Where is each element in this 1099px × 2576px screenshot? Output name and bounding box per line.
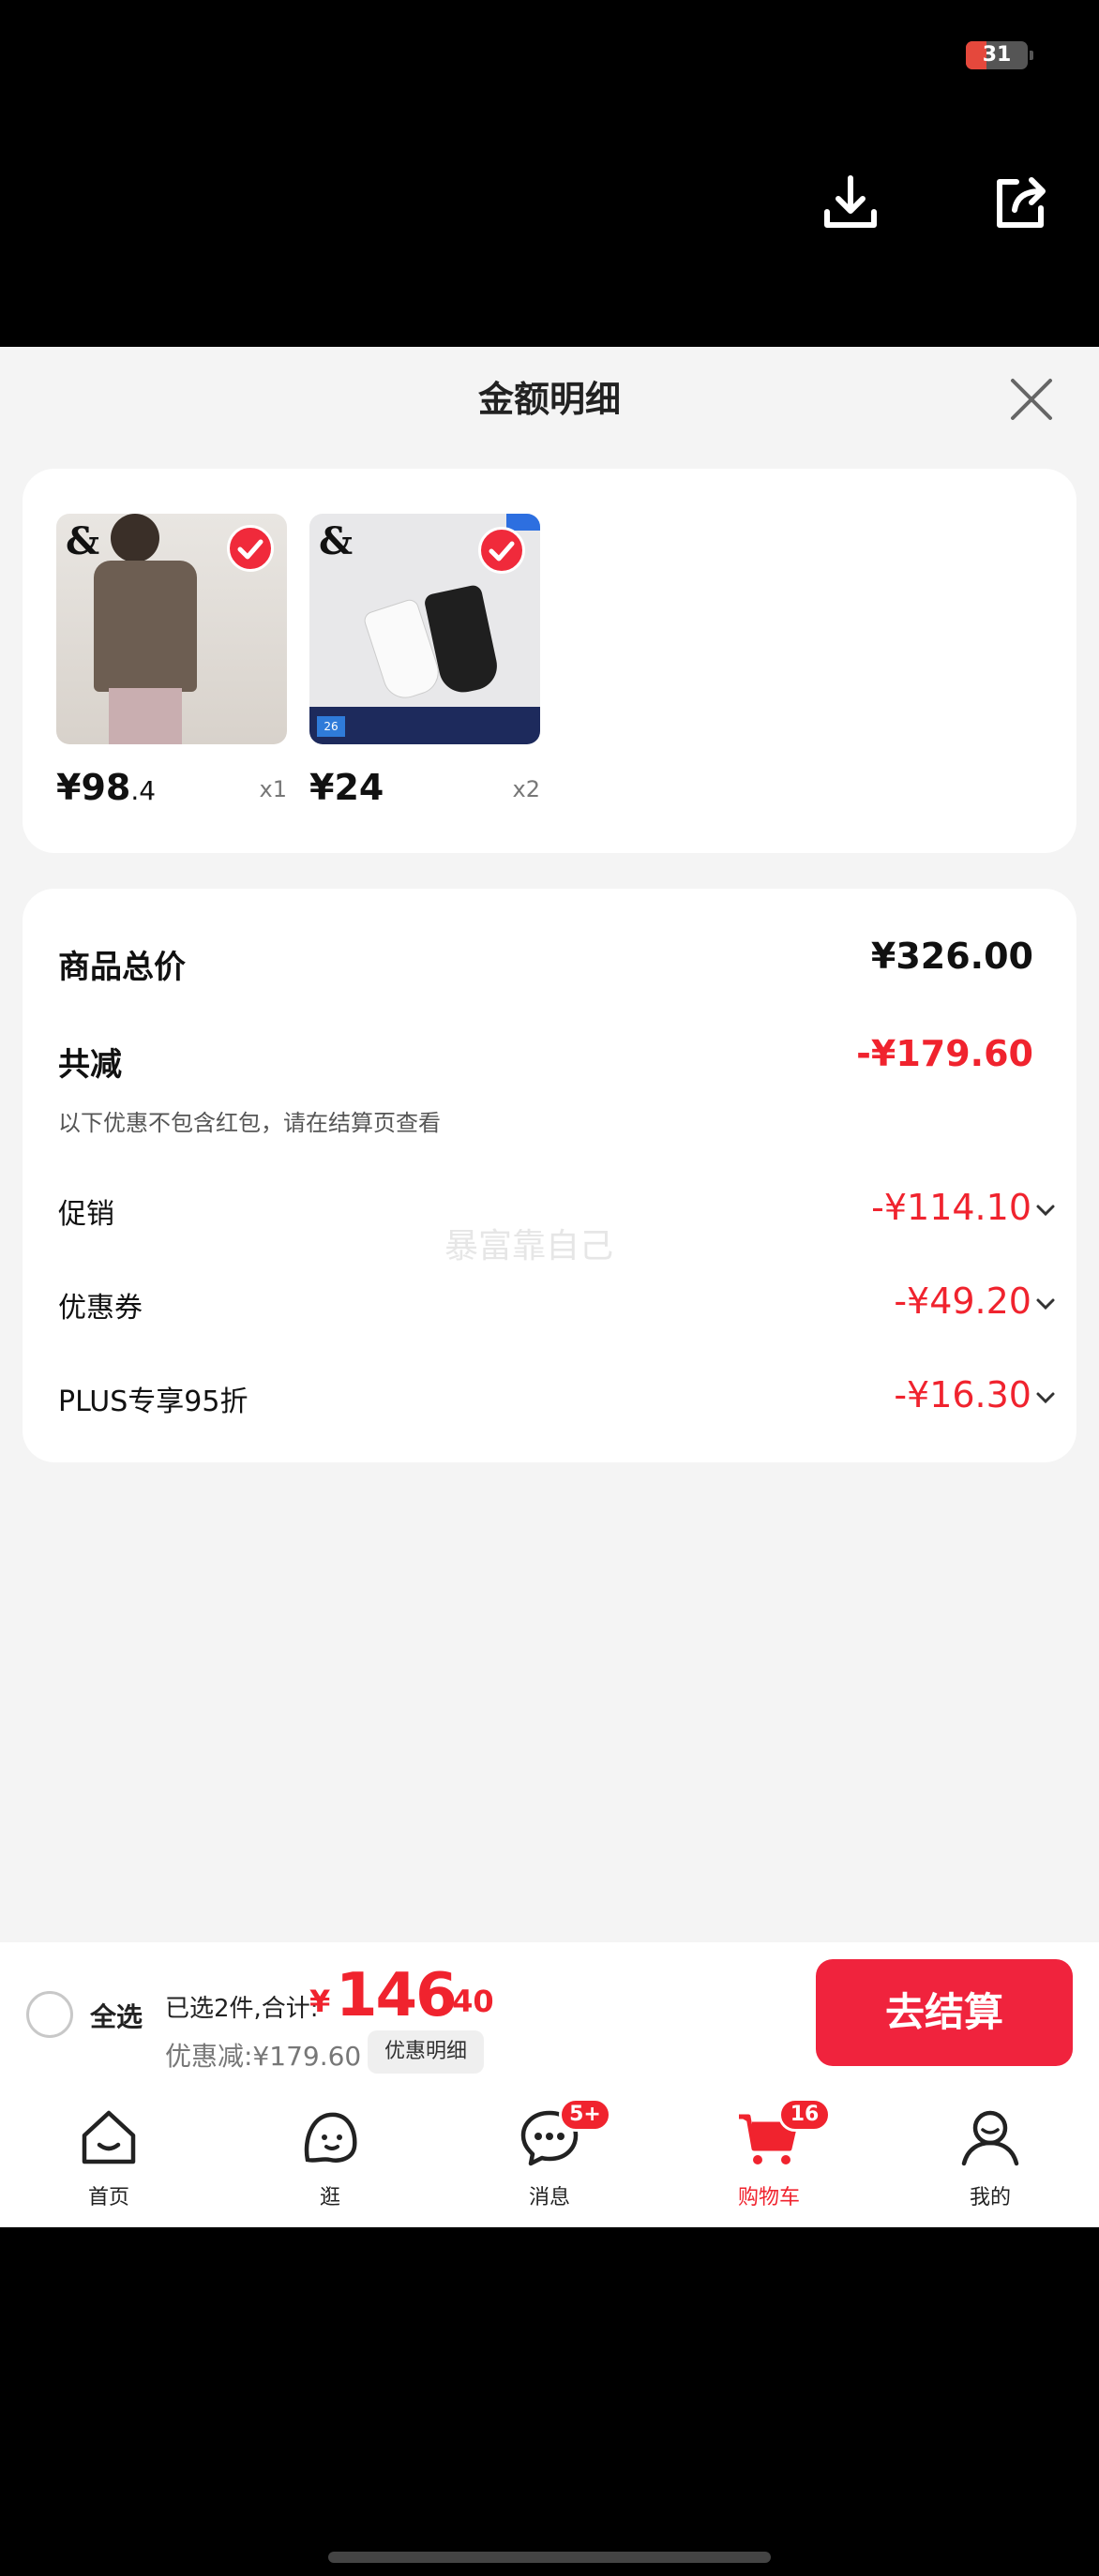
battery-indicator: 31 [966,41,1033,69]
browse-icon [304,2112,357,2163]
discount-note: 以下优惠不包含红包，请在结算页查看 [58,1110,441,1136]
discount-row-value: -¥16.30 [894,1374,1031,1415]
home-indicator[interactable] [328,2552,771,2563]
discount-row-label: 促销 [58,1198,114,1231]
total-price-label: 商品总价 [58,949,186,986]
total-price-value: ¥326.00 [870,936,1033,977]
amount-detail-sheet: 金额明细 & ¥98.4 x1 26 & ¥24 x2 商品总价 ¥326.00… [0,347,1099,1942]
discount-row-label: 优惠券 [58,1292,143,1325]
share-icon[interactable] [988,169,1054,234]
checkout-button[interactable]: 去结算 [816,1959,1073,2066]
discount-row-label: PLUS专享95折 [58,1385,248,1418]
download-icon[interactable] [818,171,883,236]
discount-summary: 优惠减:¥179.60 [165,2041,362,2072]
cart-badge: 16 [778,2098,831,2132]
brand-logo: & [319,519,354,563]
profile-icon [961,2110,1019,2166]
product-price: ¥98.4 [56,767,157,808]
message-badge: 5+ [559,2098,611,2132]
selected-count: 已选2件,合计: [165,1995,319,2023]
bottom-tab-bar: 首页 逛 5+ 消息 16 购物车 我的 [0,2085,1099,2227]
battery-level: 31 [982,43,1012,67]
checkout-bar: 全选 已选2件,合计: ¥ 146 .40 优惠减:¥179.60 优惠明细 去… [0,1942,1099,2085]
product-item[interactable]: & ¥98.4 x1 [56,514,287,808]
tab-label: 首页 [87,2186,129,2209]
discount-detail-button[interactable]: 优惠明细 [368,2030,484,2074]
chevron-down-icon [1036,1298,1055,1310]
tab-home[interactable]: 首页 [34,2104,184,2210]
select-all-label[interactable]: 全选 [90,1997,143,2034]
sheet-title: 金额明细 [477,379,621,420]
tab-label: 逛 [319,2186,340,2209]
product-qty: x1 [259,776,287,802]
product-item[interactable]: 26 & ¥24 x2 [309,514,540,808]
total-reduce-label: 共减 [58,1046,122,1084]
total-amount: 146 [336,1961,458,2030]
watermark-text: 暴富靠自己 [444,1227,614,1266]
tab-profile[interactable]: 我的 [915,2104,1065,2210]
home-icon [82,2110,136,2164]
discount-row-value: -¥49.20 [894,1281,1031,1322]
tab-browse[interactable]: 逛 [255,2104,405,2210]
product-qty: x2 [512,776,540,802]
product-image: & [56,514,287,744]
total-amount-decimal: .40 [441,1984,494,2019]
tab-cart[interactable]: 16 购物车 [694,2098,844,2210]
price-summary-card: 商品总价 ¥326.00 共减 -¥179.60 以下优惠不包含红包，请在结算页… [23,889,1076,1462]
chevron-down-icon [1036,1205,1055,1217]
total-currency: ¥ [309,1984,331,2019]
selected-check-icon [478,527,525,574]
selected-check-icon [227,525,274,572]
chevron-down-icon [1036,1392,1055,1404]
product-image: 26 & [309,514,540,744]
select-all-radio[interactable] [26,1991,73,2038]
tab-label: 购物车 [737,2186,800,2209]
product-price: ¥24 [309,767,384,808]
tab-label: 消息 [528,2186,570,2209]
discount-row-value: -¥114.10 [871,1187,1031,1228]
brand-logo: & [66,519,100,563]
close-icon[interactable] [1003,371,1060,427]
total-reduce-value: -¥179.60 [856,1033,1033,1074]
products-card: & ¥98.4 x1 26 & ¥24 x2 [23,469,1076,853]
tab-messages[interactable]: 5+ 消息 [474,2098,625,2210]
tab-label: 我的 [969,2186,1011,2209]
